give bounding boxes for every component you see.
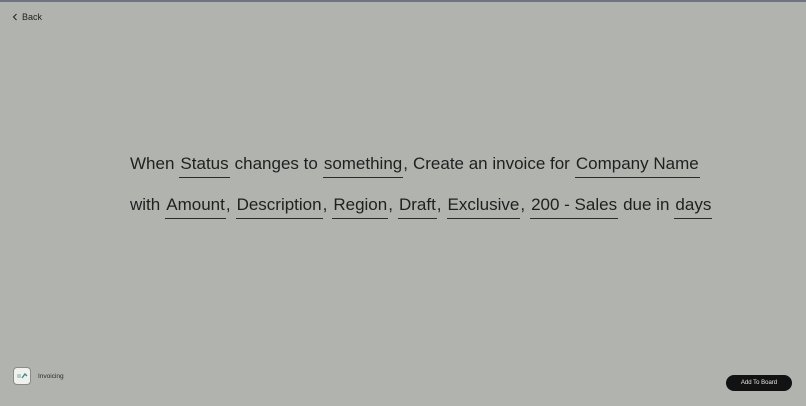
- integration-badge: Invoicing: [13, 367, 64, 385]
- when-text: When: [130, 154, 175, 173]
- add-to-board-button[interactable]: Add To Board: [726, 375, 792, 391]
- region-slot[interactable]: Region: [332, 195, 389, 219]
- invoicing-app-icon: [13, 367, 31, 385]
- amount-slot[interactable]: Amount: [165, 195, 226, 219]
- comma: ,: [436, 195, 442, 214]
- changes-to-text: changes to: [234, 154, 318, 173]
- due-in-text: due in: [623, 195, 670, 214]
- chevron-left-icon: [12, 13, 17, 21]
- trigger-value-slot[interactable]: something: [322, 154, 404, 178]
- tax-type-slot[interactable]: Exclusive: [446, 195, 521, 219]
- with-text: with: [130, 195, 161, 214]
- comma: ,: [322, 195, 328, 214]
- back-button[interactable]: Back: [12, 12, 42, 22]
- recipe-line-1: When Status changes to something , Creat…: [130, 154, 700, 195]
- top-border: [0, 0, 806, 2]
- recipe-sentence: When Status changes to something , Creat…: [130, 154, 713, 236]
- create-invoice-text: Create an invoice for: [412, 154, 570, 173]
- recipe-line-2: with Amount, Description, Region, Draft,…: [130, 195, 713, 236]
- comma: ,: [520, 195, 526, 214]
- automation-recipe-page: Back When Status changes to something , …: [0, 0, 806, 406]
- status-draft-slot[interactable]: Draft: [397, 195, 437, 219]
- comma: ,: [403, 154, 408, 173]
- company-name-slot[interactable]: Company Name: [574, 154, 700, 178]
- days-slot[interactable]: days: [674, 195, 713, 219]
- integration-name: Invoicing: [38, 372, 64, 380]
- account-slot[interactable]: 200 - Sales: [530, 195, 619, 219]
- comma: ,: [388, 195, 393, 214]
- trigger-field-slot[interactable]: Status: [179, 154, 230, 178]
- comma: ,: [225, 195, 231, 214]
- back-label: Back: [22, 12, 43, 22]
- description-slot[interactable]: Description: [235, 195, 323, 219]
